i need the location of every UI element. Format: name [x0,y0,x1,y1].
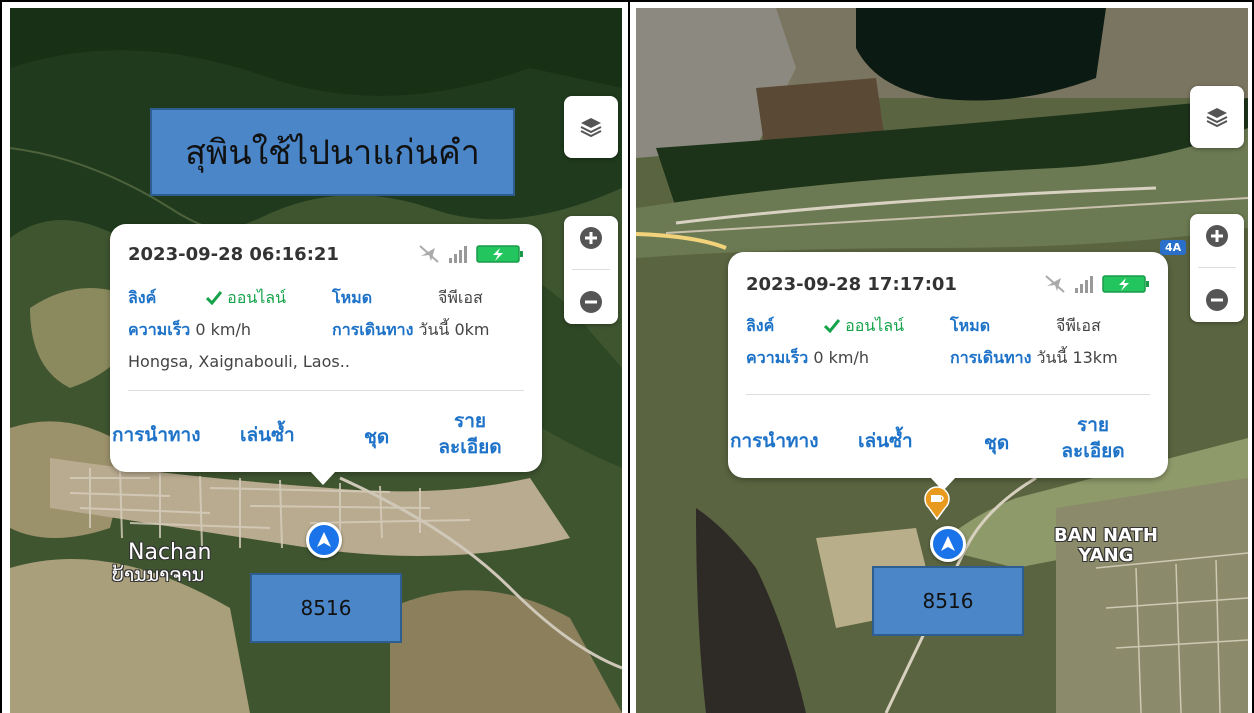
details-button[interactable]: ราย ละเอียด [1048,412,1138,464]
popup-divider [746,394,1150,395]
device-caption-text: 8516 [922,589,974,613]
mode-row: โหมด [950,314,990,339]
battery-charging-icon [476,245,523,263]
status-icons [1044,274,1150,294]
speed-row: ความเร็ว 0 km/h [746,346,869,371]
replay-button[interactable]: เล่นซ้ำ [240,422,295,448]
title-caption: สุพินใช้ไปนาแก่นคำ [150,108,515,196]
details-button[interactable]: ราย ละเอียด [430,408,510,460]
zoom-controls [564,216,618,324]
mode-value: จีพีเอส [1056,316,1101,335]
details-label-line2: ละเอียด [438,436,502,458]
link-value: ออนไลน์ [227,288,287,307]
zoom-in-icon[interactable] [578,225,604,251]
speed-value: 0 km/h [195,320,252,339]
zoom-divider [1198,267,1236,269]
navigate-button[interactable]: การนำทาง [112,422,201,448]
speed-value: 0 km/h [813,348,870,367]
check-icon [205,291,223,306]
map-view-right[interactable]: 4A 2023-09-28 17:17:01 ลิงค์ ออนไลน์ โหม… [636,8,1248,713]
device-caption: 8516 [872,566,1024,636]
popup-datetime: 2023-09-28 17:17:01 [746,274,957,295]
trip-label: การเดินทาง [950,348,1032,367]
navigate-button[interactable]: การนำทาง [730,428,819,454]
device-caption: 8516 [250,573,402,643]
gps-off-icon [419,245,439,263]
battery-charging-icon [1102,275,1149,293]
speed-row: ความเร็ว 0 km/h [128,318,251,343]
trip-value: วันนี้ 0km [418,320,490,339]
check-icon [823,319,841,334]
popup-datetime: 2023-09-28 06:16:21 [128,244,339,265]
vehicle-marker[interactable] [306,522,342,558]
layers-icon [1206,108,1228,128]
status-icons [418,244,524,264]
address-text: Hongsa, Xaignabouli, Laos.. [128,352,350,371]
set-button[interactable]: ชุด [364,424,389,450]
link-row: ลิงค์ [746,314,774,339]
device-info-popup: 2023-09-28 06:16:21 ลิงค์ ออนไลน์ โหมด จ… [110,224,542,485]
frame-middle [628,0,630,713]
mode-value: จีพีเอส [438,288,483,307]
replay-button[interactable]: เล่นซ้ำ [858,428,913,454]
signal-icon [449,246,467,263]
zoom-controls-right [1190,214,1244,322]
vehicle-marker[interactable] [930,526,966,562]
place-label-nachan-local: ບ້ານນາຈານ [112,564,205,586]
link-label: ลิงค์ [128,288,157,307]
device-caption-text: 8516 [300,596,352,620]
layers-button-right[interactable] [1190,86,1244,148]
mode-label: โหมด [950,316,991,335]
set-button[interactable]: ชุด [984,430,1009,456]
popup-tail [310,471,336,485]
frame-top [0,0,1254,2]
trip-row: การเดินทาง วันนี้ 13km [950,346,1118,371]
speed-label: ความเร็ว [746,348,809,367]
gps-off-icon [1045,275,1065,293]
zoom-divider [572,269,610,271]
map-view-left[interactable]: สุพินใช้ไปนาแก่นคำ 2023-09-28 06:16:21 ล… [10,8,622,713]
cafe-icon[interactable] [923,486,951,520]
place-label-line1: BAN NATH [1054,525,1158,546]
navigation-arrow-icon [317,532,331,547]
layers-button[interactable] [564,96,618,158]
link-status: ออนไลน์ [205,286,287,311]
link-value: ออนไลน์ [845,316,905,335]
road-badge-4a: 4A [1160,240,1187,255]
trip-value: วันนี้ 13km [1036,348,1118,367]
place-label-nachan: Nachan [128,540,212,565]
details-label-line2: ละเอียด [1061,440,1125,462]
link-label: ลิงค์ [746,316,775,335]
place-label-ban-nath-yang: BAN NATH YANG [1054,526,1158,566]
zoom-in-icon[interactable] [1204,223,1230,249]
zoom-out-icon[interactable] [578,289,604,315]
popup-divider [128,390,524,391]
speed-label: ความเร็ว [128,320,191,339]
details-label-line1: ราย [453,410,486,432]
trip-label: การเดินทาง [332,320,414,339]
trip-row: การเดินทาง วันนี้ 0km [332,318,489,343]
link-status: ออนไลน์ [823,314,905,339]
device-info-popup-right: 2023-09-28 17:17:01 ลิงค์ ออนไลน์ โหมด จ… [728,252,1168,491]
navigation-arrow-icon [941,536,955,551]
frame-left [0,0,2,713]
place-label-line2: YANG [1078,545,1134,566]
mode-row: โหมด [332,286,372,311]
zoom-out-icon[interactable] [1204,287,1230,313]
details-label-line1: ราย [1076,414,1109,436]
signal-icon [1075,276,1093,293]
link-row: ลิงค์ [128,286,156,311]
mode-label: โหมด [332,288,373,307]
title-caption-text: สุพินใช้ไปนาแก่นคำ [185,133,480,173]
layers-icon [580,118,602,138]
